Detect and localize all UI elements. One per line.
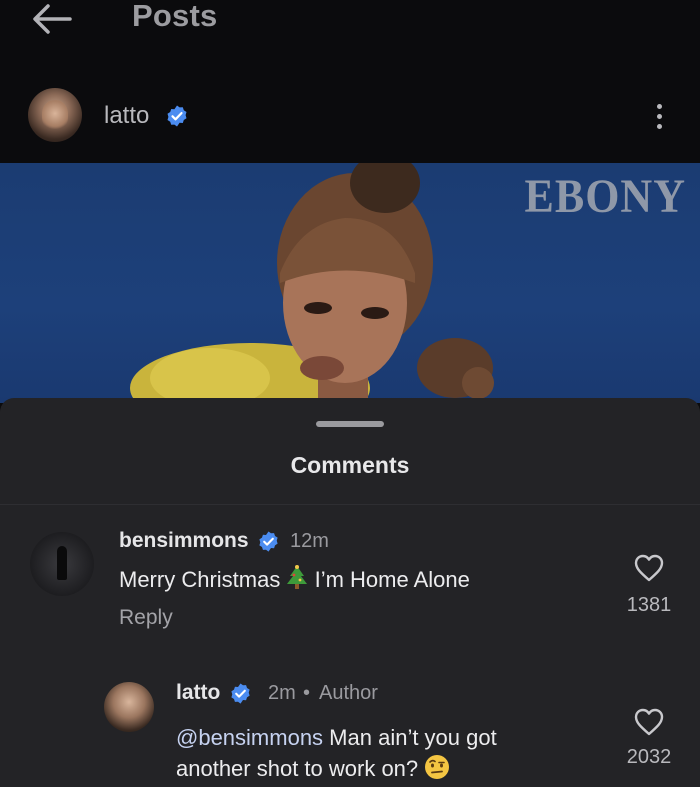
- comments-title: Comments: [290, 452, 410, 478]
- verified-badge-icon: [231, 683, 250, 704]
- face-with-raised-eyebrow-icon: [425, 755, 450, 779]
- comments-sheet: Comments bensimmons 12m Merry Christmas …: [0, 398, 700, 787]
- comment-username[interactable]: bensimmons: [119, 529, 249, 553]
- comment-text-part: I’m Home Alone: [308, 567, 470, 592]
- divider: [0, 504, 700, 505]
- top-bar: Posts: [0, 0, 700, 44]
- mention-link[interactable]: @bensimmons: [176, 725, 323, 750]
- commenter-avatar[interactable]: [30, 532, 94, 596]
- like-count: 2032: [626, 746, 672, 768]
- page-title: Posts: [132, 0, 218, 33]
- comment-time: 2m: [268, 682, 296, 704]
- brand-logo: EBONY: [524, 170, 686, 223]
- drag-handle[interactable]: [316, 421, 384, 427]
- time-separator: •: [303, 682, 311, 704]
- comment-text: Merry Christmas I’m Home Alone: [119, 564, 470, 595]
- post-author-username[interactable]: latto: [104, 102, 149, 130]
- comment-text: @bensimmons Man ain’t you got another sh…: [176, 722, 596, 784]
- like-button[interactable]: [629, 548, 669, 588]
- commenter-avatar[interactable]: [104, 682, 154, 732]
- more-dot: [656, 113, 662, 119]
- comment-text-part: Merry Christmas: [119, 567, 281, 592]
- more-options-button[interactable]: [644, 96, 674, 136]
- comment-text-part: another shot to work on?: [176, 756, 419, 781]
- more-dot: [656, 103, 662, 109]
- comment-text-part: Man ain’t you got: [323, 725, 497, 750]
- back-button[interactable]: [28, 2, 76, 36]
- post-header: latto: [0, 86, 700, 150]
- heart-icon: [634, 708, 664, 736]
- like-count: 1381: [626, 594, 672, 616]
- screen: Posts latto EBONY Comments bensimmons 12…: [0, 0, 700, 787]
- arrow-left-icon: [33, 4, 72, 34]
- comment-username[interactable]: latto: [176, 681, 220, 705]
- heart-icon: [634, 554, 664, 582]
- like-button[interactable]: [629, 702, 669, 742]
- verified-badge-icon: [167, 105, 187, 127]
- verified-badge-icon: [259, 531, 278, 552]
- comment-time: 12m: [290, 530, 329, 552]
- reply-button[interactable]: Reply: [119, 606, 173, 630]
- christmas-tree-icon: [287, 565, 308, 589]
- author-avatar[interactable]: [28, 88, 82, 142]
- author-badge: Author: [319, 682, 378, 704]
- post-image[interactable]: EBONY: [0, 163, 700, 403]
- more-dot: [656, 123, 662, 129]
